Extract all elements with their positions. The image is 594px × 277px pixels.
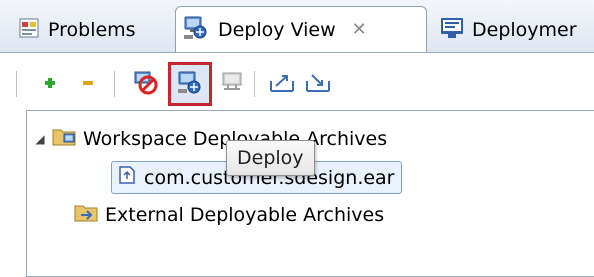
undeploy-button[interactable] <box>127 66 163 102</box>
expand-triangle-icon[interactable]: ◢ <box>29 132 51 146</box>
redeploy-button[interactable] <box>214 66 250 102</box>
minus-icon <box>81 73 95 95</box>
toolbar-separator <box>16 71 17 97</box>
problems-icon <box>18 17 40 44</box>
view-tab-bar: Problems Deploy View ✕ Deploymer <box>0 0 594 53</box>
undeploy-icon <box>132 69 158 100</box>
toolbar-separator <box>114 71 115 97</box>
tree-node-external-label: External Deployable Archives <box>105 203 385 226</box>
plus-icon <box>43 73 57 95</box>
import-button[interactable] <box>300 66 336 102</box>
tab-deployment[interactable]: Deploymer <box>440 10 577 50</box>
deploy-button[interactable] <box>168 62 212 106</box>
deploy-view-icon <box>182 13 210 46</box>
folder-icon <box>51 125 77 152</box>
view-toolbar <box>2 58 592 106</box>
deploy-icon <box>176 68 204 101</box>
tab-problems[interactable]: Problems <box>18 10 136 50</box>
monitor-icon <box>440 17 464 44</box>
tab-deployment-label: Deploymer <box>472 19 577 41</box>
tree-node-workspace[interactable]: ◢ Workspace Deployable Archives <box>29 125 387 152</box>
tab-deploy-view[interactable]: Deploy View ✕ <box>175 6 427 52</box>
deploy-tree-view: ◢ Workspace Deployable Archives com.cust… <box>26 110 594 277</box>
export-icon <box>269 71 295 98</box>
export-button[interactable] <box>264 66 300 102</box>
deploy-tooltip: Deploy <box>226 140 315 176</box>
remove-button[interactable] <box>70 66 106 102</box>
import-icon <box>305 71 331 98</box>
folder-icon <box>73 201 99 228</box>
tree-node-external[interactable]: External Deployable Archives <box>73 201 384 228</box>
toolbar-separator <box>254 71 255 97</box>
tab-deploy-view-label: Deploy View <box>218 18 336 41</box>
tab-problems-label: Problems <box>48 19 136 41</box>
redeploy-icon <box>220 70 244 99</box>
archive-icon <box>116 164 138 191</box>
close-icon[interactable]: ✕ <box>352 19 367 40</box>
add-button[interactable] <box>32 66 68 102</box>
